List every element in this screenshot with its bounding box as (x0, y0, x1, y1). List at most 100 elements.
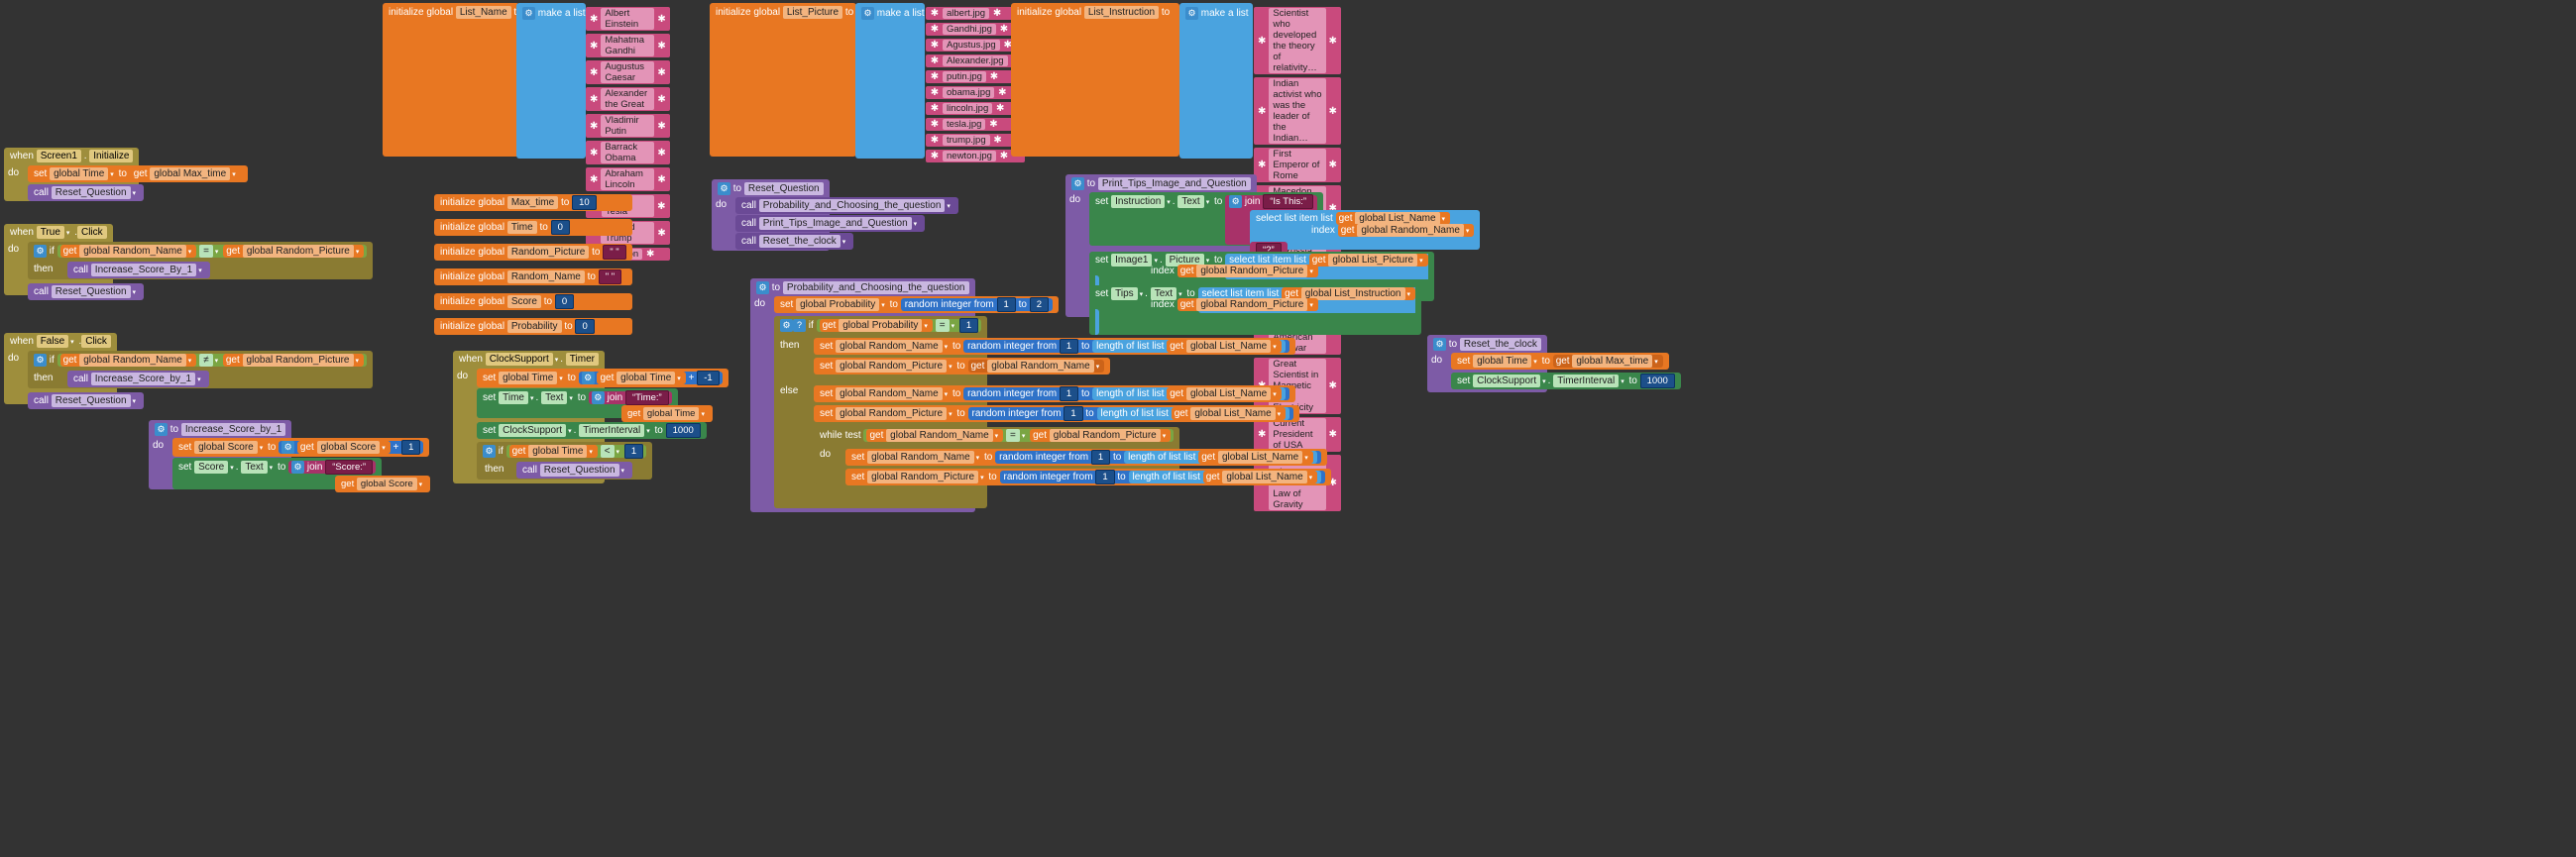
gear-icon[interactable]: ⚙ (522, 7, 535, 20)
gear-icon[interactable]: ⚙ (34, 245, 47, 258)
label: join (608, 392, 623, 403)
set-global-time[interactable]: set global Time▾ to get global Max_time▾ (28, 165, 248, 182)
call-reset-q-timer[interactable]: call Reset_Question▾ (516, 462, 632, 479)
help-icon[interactable]: ? (793, 319, 806, 332)
list-item[interactable]: ✱Augustus Caesar✱ (586, 60, 670, 84)
number: 1 (1095, 470, 1114, 484)
label: initialize global (440, 222, 504, 233)
label: to (956, 361, 964, 372)
set-time-dec[interactable]: set global Time▾ to ⚙ get global Time▾ +… (477, 369, 728, 387)
label: to (1449, 339, 1457, 350)
gear-icon[interactable]: ⚙ (1229, 195, 1242, 208)
gear-icon[interactable]: ⚙ (1433, 338, 1446, 351)
list-item[interactable]: ✱Gandhi.jpg✱ (926, 23, 1025, 36)
list-item[interactable]: ✱Mahatma Gandhi✱ (586, 34, 670, 57)
number: 1 (624, 444, 643, 459)
init-time[interactable]: initialize global Time to 0 (434, 219, 632, 236)
list-item[interactable]: ✱Alexander.jpg✱ (926, 54, 1025, 67)
set-rp-else[interactable]: set global Random_Picture▾ to random int… (814, 405, 1299, 422)
get-global-score[interactable]: get global Score▾ (335, 476, 430, 492)
list-item[interactable]: ✱Barrack Obama✱ (586, 141, 670, 164)
gear-icon[interactable]: ⚙ (718, 182, 730, 195)
init-random-picture[interactable]: initialize global Random_Picture to " " (434, 244, 632, 261)
number: 10 (572, 195, 597, 210)
gear-icon[interactable]: ⚙ (861, 7, 874, 20)
list-item[interactable]: ✱Indian activist who was the leader of t… (1254, 77, 1341, 145)
list-item[interactable]: ✱newton.jpg✱ (926, 150, 1025, 162)
number: 0 (551, 220, 570, 235)
set-rn-then[interactable]: set global Random_Name▾ to random intege… (814, 338, 1295, 355)
number: 1 (401, 440, 420, 455)
list-item[interactable]: ✱Alexander the Great✱ (586, 87, 670, 111)
list-item[interactable]: ✱Abraham Lincoln✱ (586, 167, 670, 191)
gear-icon[interactable]: ⚙ (291, 461, 304, 474)
get-gtime[interactable]: get global Time▾ (621, 405, 713, 422)
list-item[interactable]: ✱Scientist who developed the theory of r… (1254, 7, 1341, 74)
gear-icon[interactable]: ⚙ (34, 354, 47, 367)
label: set (1095, 288, 1108, 299)
gear-icon[interactable]: ⚙ (780, 319, 793, 332)
list-item[interactable]: ✱tesla.jpg✱ (926, 118, 1025, 131)
proc: Print_Tips_Image_and_Question (759, 217, 912, 230)
label: else (780, 385, 798, 396)
list-item[interactable]: ✱albert.jpg✱ (926, 7, 1025, 20)
set-gprob[interactable]: set global Probability▾ to random intege… (774, 296, 1059, 313)
list-item[interactable]: ✱Vladimir Putin✱ (586, 114, 670, 138)
init-global-list-picture[interactable]: initialize global List_Picture to (710, 3, 856, 157)
call-reset-question-3[interactable]: call Reset_Question▾ (28, 392, 144, 409)
init-global-list-name[interactable]: initialize global List_Name to (383, 3, 519, 157)
gear-icon[interactable]: ⚙ (155, 423, 168, 436)
call-increase-score[interactable]: call Increase_Score_By_1▾ (67, 262, 210, 278)
gear-icon[interactable]: ⚙ (582, 372, 595, 384)
list-item[interactable]: ✱lincoln.jpg✱ (926, 102, 1025, 115)
gear-icon[interactable]: ⚙ (483, 445, 496, 458)
gear-icon[interactable]: ⚙ (592, 391, 605, 404)
list-item[interactable]: ✱Agustus.jpg✱ (926, 39, 1025, 52)
make-list-instruction[interactable]: ⚙ make a list (1179, 3, 1253, 159)
list-item[interactable]: ✱Current President of USA✱ (1254, 417, 1341, 452)
call-a[interactable]: call Probability_and_Choosing_the_questi… (735, 197, 958, 214)
call-reset-question-2[interactable]: call Reset_Question▾ (28, 283, 144, 300)
label: get (1170, 341, 1183, 352)
op: ≠ (199, 354, 213, 367)
make-list-name[interactable]: ⚙ make a list (516, 3, 586, 159)
set-gtime-reset[interactable]: set global Time▾ to get global Max_time▾ (1451, 353, 1669, 370)
init-probability[interactable]: initialize global Probability to 0 (434, 318, 632, 335)
set-rn-else[interactable]: set global Random_Name▾ to random intege… (814, 385, 1295, 402)
set-interval-reset[interactable]: set ClockSupport▾. TimerInterval▾ to 100… (1451, 373, 1681, 389)
var: global Random_Picture (1196, 265, 1307, 277)
init-max-time[interactable]: initialize global Max_time to 10 (434, 194, 632, 211)
call-c[interactable]: call Reset_the_clock▾ (735, 233, 853, 250)
gear-icon[interactable]: ⚙ (1185, 7, 1198, 20)
call-reset-question[interactable]: call Reset_Question▾ (28, 184, 144, 201)
gear-icon[interactable]: ⚙ (756, 281, 769, 294)
list-item[interactable]: ✱trump.jpg✱ (926, 134, 1025, 147)
init-random-name[interactable]: initialize global Random_Name to " " (434, 268, 632, 285)
label: length of list list (1101, 408, 1169, 419)
set-rp-while[interactable]: set global Random_Picture▾ to random int… (845, 469, 1331, 485)
set-rp-then[interactable]: set global Random_Picture▾ to get global… (814, 358, 1110, 375)
gear-icon[interactable]: ⚙ (281, 441, 294, 454)
list-item[interactable]: ✱Albert Einstein✱ (586, 7, 670, 31)
gear-icon[interactable]: ⚙ (1071, 177, 1084, 190)
label: length of list list (1128, 452, 1195, 463)
var: global Random_Picture (243, 354, 354, 367)
list-item[interactable]: ✱putin.jpg✱ (926, 70, 1025, 83)
label: get (1033, 430, 1047, 441)
var: Probability (507, 320, 562, 333)
set-rn-while[interactable]: set global Random_Name▾ to random intege… (845, 449, 1327, 466)
proc: Reset_Question (52, 285, 131, 298)
init-score[interactable]: initialize global Score to 0 (434, 293, 632, 310)
make-list-picture[interactable]: ⚙ make a list (855, 3, 925, 159)
call-b[interactable]: call Print_Tips_Image_and_Question▾ (735, 215, 925, 232)
set-tips-text[interactable]: set Tips▾. Text▾ to select list item lis… (1089, 285, 1421, 335)
set-interval[interactable]: set ClockSupport▾. TimerInterval▾ to 100… (477, 422, 707, 439)
label: get (1175, 408, 1188, 419)
list-item[interactable]: ✱obama.jpg✱ (926, 86, 1025, 99)
var: global Random_Name (1357, 224, 1464, 237)
proc: Probability_and_Choosing_the_question (759, 199, 946, 212)
call-increase-score-2[interactable]: call Increase_Score_by_1▾ (67, 371, 209, 387)
init-global-list-instruction[interactable]: initialize global List_Instruction to (1011, 3, 1179, 157)
list-item[interactable]: ✱First Emperor of Rome✱ (1254, 148, 1341, 182)
set-global-score[interactable]: set global Score▾ to ⚙ get global Score▾… (172, 438, 429, 457)
